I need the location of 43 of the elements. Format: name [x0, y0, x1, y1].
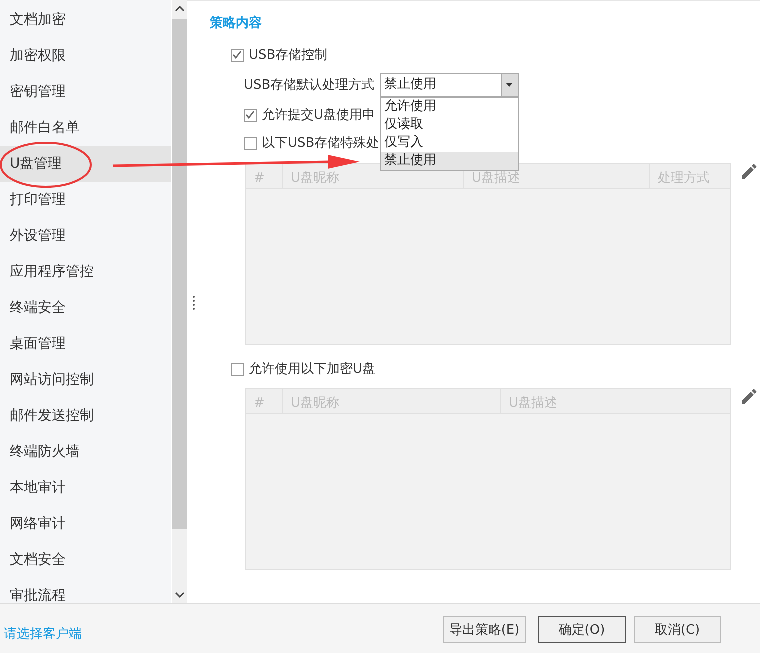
chevron-up-icon: [174, 6, 184, 12]
sidebar-item[interactable]: 网络审计: [0, 506, 171, 542]
column-header: #: [246, 389, 283, 413]
checkbox[interactable]: [244, 136, 257, 150]
column-header: #: [246, 164, 283, 188]
sidebar-item[interactable]: 打印管理: [0, 182, 171, 218]
edit-icon[interactable]: [740, 163, 758, 181]
sidebar-item[interactable]: 密钥管理: [0, 74, 171, 110]
sidebar-item[interactable]: 终端防火墙: [0, 434, 171, 470]
sidebar-item[interactable]: 终端安全: [0, 290, 171, 326]
scrollbar-thumb[interactable]: [172, 19, 187, 529]
sidebar-item[interactable]: 邮件白名单: [0, 110, 171, 146]
checkbox[interactable]: [231, 48, 244, 62]
chevron-down-icon: [174, 592, 184, 598]
edit-icon[interactable]: [740, 388, 758, 406]
cancel-button[interactable]: 取消(C): [634, 616, 721, 643]
sidebar-item[interactable]: 应用程序管控: [0, 254, 171, 290]
dropdown-option[interactable]: 禁止使用: [380, 152, 518, 170]
caret-icon: [506, 83, 514, 87]
dropdown-option[interactable]: 允许使用: [380, 98, 518, 116]
splitter-handle-icon[interactable]: [192, 295, 196, 311]
sidebar-item[interactable]: 本地审计: [0, 470, 171, 506]
checkbox-label: 允许提交U盘使用申: [262, 107, 376, 124]
sidebar-item[interactable]: 加密权限: [0, 38, 171, 74]
checkbox-label: USB存储控制: [249, 47, 328, 64]
ok-button[interactable]: 确定(O): [538, 616, 626, 643]
section-title: 策略内容: [210, 14, 262, 32]
sidebar-item[interactable]: U盘管理: [0, 146, 171, 182]
field-label: USB存储默认处理方式: [244, 77, 375, 94]
sidebar-item[interactable]: 文档安全: [0, 542, 171, 578]
sidebar-item[interactable]: 审批流程: [0, 578, 171, 603]
checkbox-label: 以下USB存储特殊处: [262, 135, 380, 152]
export-button[interactable]: 导出策略(E): [443, 616, 526, 643]
sidebar-item[interactable]: 桌面管理: [0, 326, 171, 362]
sidebar-item[interactable]: 邮件发送控制: [0, 398, 171, 434]
sidebar-item[interactable]: 网站访问控制: [0, 362, 171, 398]
checkbox[interactable]: [244, 108, 257, 122]
checkbox[interactable]: [231, 362, 244, 376]
dropdown-option[interactable]: 仅写入: [380, 134, 518, 152]
checkbox-label: 允许使用以下加密U盘: [249, 361, 376, 378]
dropdown-option[interactable]: 仅读取: [380, 116, 518, 134]
sidebar-item[interactable]: 文档加密: [0, 2, 171, 38]
sidebar-item[interactable]: 外设管理: [0, 218, 171, 254]
